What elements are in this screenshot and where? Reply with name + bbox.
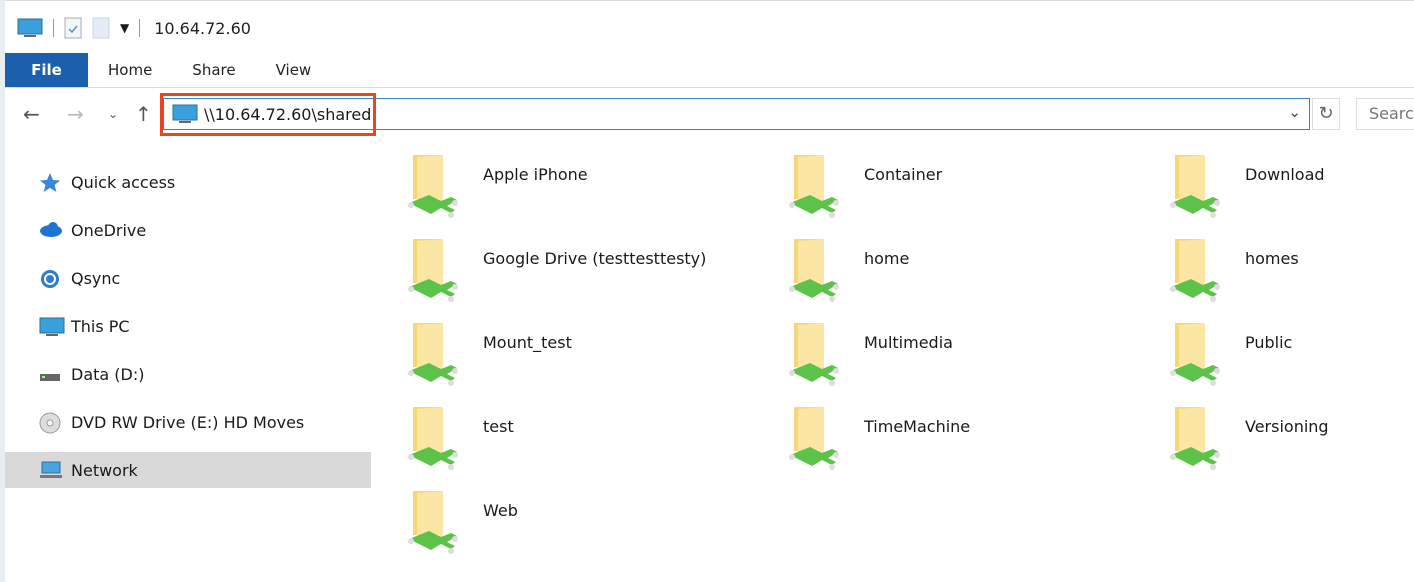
folder-label: TimeMachine [864,417,971,436]
network-icon [39,460,63,480]
new-folder-icon[interactable] [92,17,110,39]
explorer-window: ▼ 10.64.72.60 File Home Share View ← → ⌄… [5,0,1414,582]
refresh-button[interactable]: ↻ [1312,98,1340,130]
drive-icon [39,364,63,384]
folder-label: Public [1245,333,1293,352]
nav-item[interactable]: This PC [5,302,371,350]
folder-item[interactable]: Google Drive (testtesttesty) [405,235,765,305]
network-folder-icon [405,151,465,221]
folder-item[interactable]: Container [786,151,1146,221]
tab-home[interactable]: Home [88,53,172,87]
folder-item[interactable]: home [786,235,1146,305]
cloud-icon [39,220,63,240]
nav-item-label: DVD RW Drive (E:) HD Moves [71,412,305,432]
window-title: 10.64.72.60 [154,18,251,38]
folder-label: Multimedia [864,333,953,352]
tab-view[interactable]: View [256,53,332,87]
folder-label: Web [483,501,518,520]
folder-label: Google Drive (testtesttesty) [483,249,707,268]
folder-label: homes [1245,249,1299,268]
nav-item[interactable]: Data (D:) [5,350,371,398]
folder-item[interactable]: Mount_test [405,319,765,389]
folder-item[interactable]: TimeMachine [786,403,1146,473]
network-folder-icon [405,487,465,557]
nav-item-label: Qsync [71,268,121,288]
back-arrow-icon[interactable]: ← [23,102,40,126]
folder-item[interactable]: homes [1167,235,1414,305]
network-folder-icon [1167,403,1227,473]
folder-label: Apple iPhone [483,165,588,184]
folder-label: Mount_test [483,333,572,352]
network-folder-icon [786,403,846,473]
divider [53,19,54,37]
nav-item-label: Network [71,460,138,480]
customize-toolbar-icon[interactable]: ▼ [120,21,129,35]
network-folder-icon [786,319,846,389]
nav-item[interactable]: Network [5,452,371,488]
folder-label: Container [864,165,943,184]
folder-label: test [483,417,514,436]
folder-item[interactable]: Versioning [1167,403,1414,473]
search-input[interactable]: Search [1356,98,1414,130]
quick-access-toolbar: ▼ 10.64.72.60 [17,15,251,41]
nav-item-label: Data (D:) [71,364,145,384]
ribbon-tabs: File Home Share View [5,53,1414,88]
up-arrow-icon[interactable]: ↑ [135,102,152,126]
folder-item[interactable]: Multimedia [786,319,1146,389]
recent-locations-icon[interactable]: ⌄ [108,107,118,121]
folder-item[interactable]: Download [1167,151,1414,221]
forward-arrow-icon[interactable]: → [67,102,84,126]
navigation-bar: ← → ⌄ ↑ \\10.64.72.60\shared ⌄ ↻ Search [5,93,1414,136]
monitor-icon [17,18,43,37]
nav-item[interactable]: Quick access [5,158,371,206]
network-folder-icon [405,319,465,389]
chevron-down-icon[interactable]: ⌄ [1288,103,1301,121]
properties-icon[interactable] [64,17,82,39]
nav-item[interactable]: DVD RW Drive (E:) HD Moves [5,398,371,446]
nav-item[interactable]: OneDrive [5,206,371,254]
network-folder-icon [1167,319,1227,389]
nav-item[interactable]: Qsync [5,254,371,302]
nav-item-label: OneDrive [71,220,147,240]
folder-label: Download [1245,165,1325,184]
star-icon [39,172,63,192]
network-folder-icon [1167,151,1227,221]
folder-label: Versioning [1245,417,1329,436]
folder-item[interactable]: Public [1167,319,1414,389]
sync-icon [39,268,63,288]
network-folder-icon [405,403,465,473]
folder-item[interactable]: Apple iPhone [405,151,765,221]
monitor-icon [39,316,65,336]
network-folder-icon [786,235,846,305]
nav-item-label: This PC [71,316,130,336]
divider [139,19,141,37]
folder-label: home [864,249,910,268]
navigation-pane: Quick access OneDrive Qsync This PC Data (D:… [5,158,371,488]
network-folder-icon [405,235,465,305]
nav-item-label: Quick access [71,172,176,192]
disc-icon [39,412,63,434]
network-folder-icon [1167,235,1227,305]
tab-file[interactable]: File [5,53,88,87]
folder-item[interactable]: Web [405,487,765,557]
folder-item[interactable]: test [405,403,765,473]
highlight-box [160,93,376,136]
network-folder-icon [786,151,846,221]
tab-share[interactable]: Share [172,53,255,87]
